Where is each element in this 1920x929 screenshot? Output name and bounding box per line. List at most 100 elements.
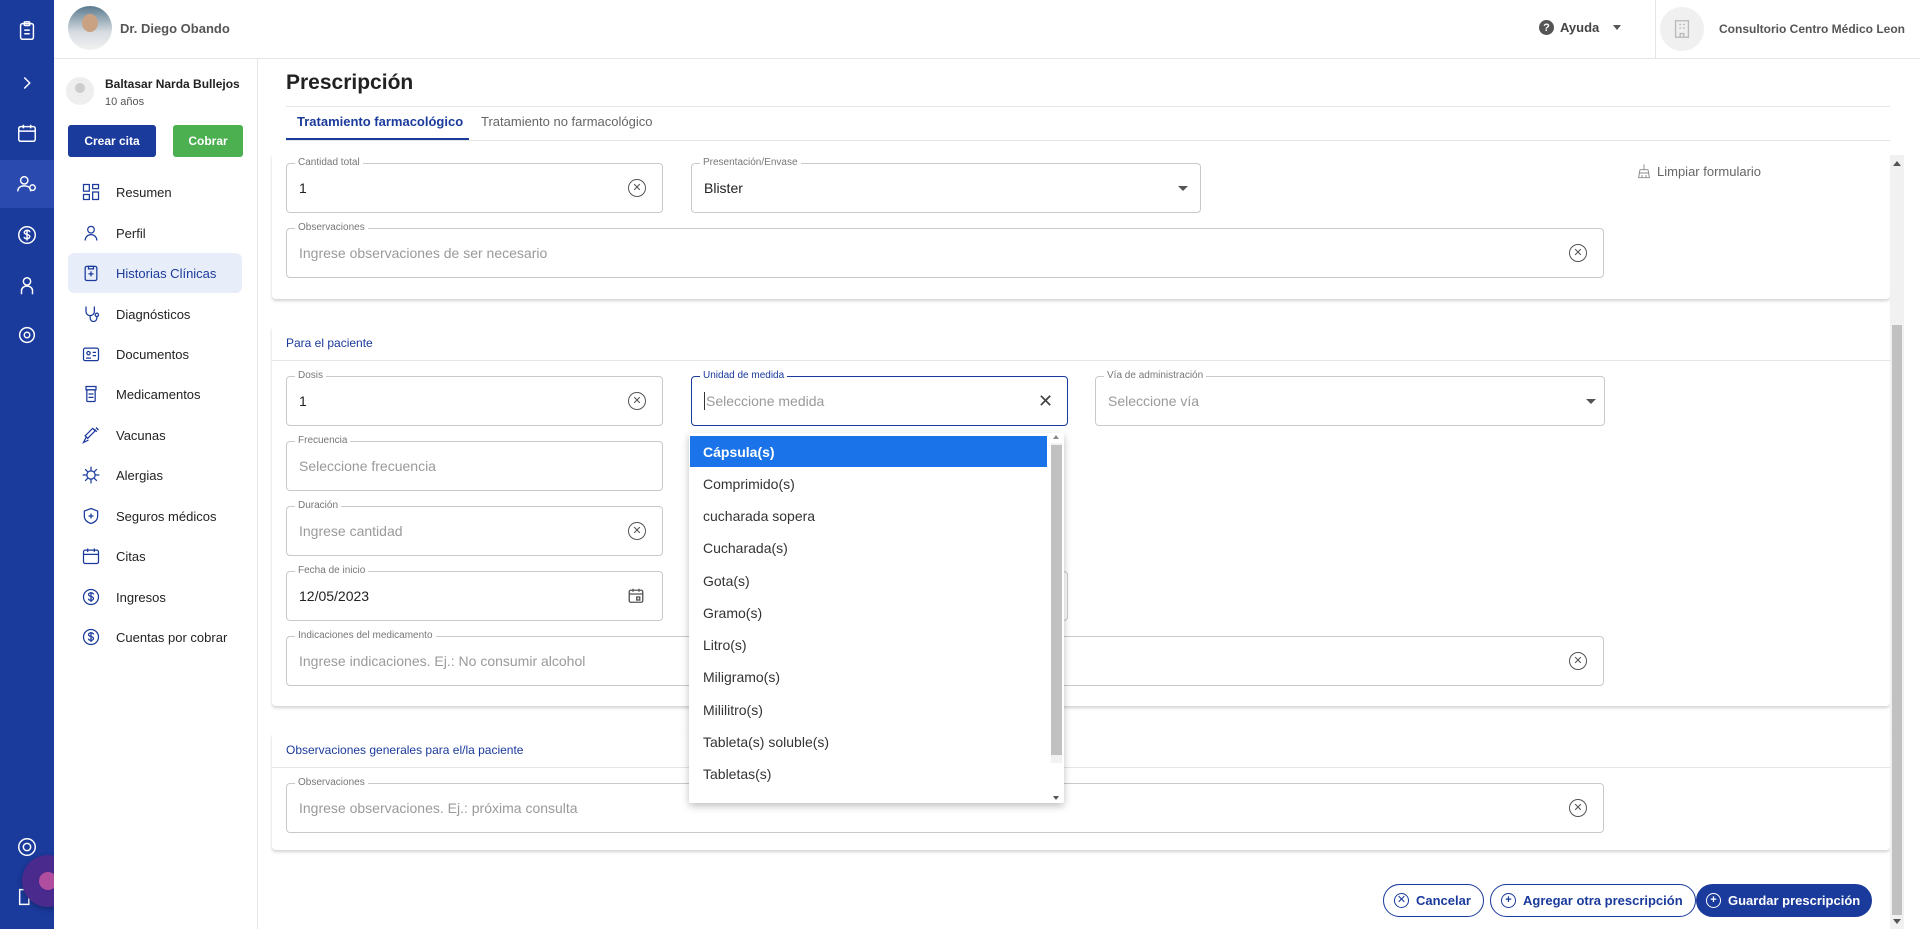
sidebar-item-seguros-medicos[interactable]: Seguros médicos: [68, 496, 242, 536]
sidebar-item-label: Perfil: [116, 225, 146, 241]
billing-dollar-icon[interactable]: [12, 220, 42, 250]
expand-chevron-icon[interactable]: [12, 68, 42, 98]
sidebar-item-alergias[interactable]: Alergias: [68, 455, 242, 495]
clear-icon[interactable]: ✕: [1569, 799, 1587, 817]
dropdown-caret-icon: [1178, 186, 1188, 191]
close-icon[interactable]: ✕: [1038, 391, 1053, 412]
field-placeholder: Ingrese observaciones. Ej.: próxima cons…: [299, 800, 578, 816]
add-circle-icon: +: [1501, 893, 1516, 908]
dropdown-option[interactable]: Gramo(s): [690, 597, 1047, 628]
limpiar-formulario-button[interactable]: Limpiar formulario: [1636, 163, 1761, 179]
scroll-down-icon[interactable]: [1053, 796, 1059, 800]
pill-bottle-icon: [80, 383, 102, 405]
cancelar-button[interactable]: ✕ Cancelar: [1383, 884, 1484, 917]
scroll-up-icon[interactable]: [1893, 161, 1901, 166]
clinic-name[interactable]: Consultorio Centro Médico Leon: [1719, 22, 1905, 36]
clear-icon[interactable]: ✕: [628, 392, 646, 410]
field-placeholder: Ingrese cantidad: [299, 523, 403, 539]
page-scrollbar-thumb[interactable]: [1892, 325, 1902, 915]
page-title: Prescripción: [286, 71, 414, 94]
dropdown-option[interactable]: Comprimido(s): [690, 468, 1047, 499]
scroll-up-icon[interactable]: [1053, 435, 1059, 439]
field-label: Unidad de medida: [700, 370, 788, 382]
cobrar-button[interactable]: Cobrar: [173, 125, 243, 157]
settings-gear-icon[interactable]: [12, 320, 42, 350]
section-divider: [272, 360, 1890, 361]
add-circle-icon: +: [1706, 893, 1721, 908]
top-bar: Dr. Diego Obando ? Ayuda Consultorio Cen…: [54, 0, 1920, 59]
button-label: Cancelar: [1416, 893, 1471, 908]
sidebar-item-citas[interactable]: Citas: [68, 536, 242, 576]
text-cursor: [704, 392, 705, 410]
sidebar-item-cuentas-por-cobrar[interactable]: Cuentas por cobrar: [68, 617, 242, 657]
field-label: Indicaciones del medicamento: [295, 630, 436, 642]
crear-cita-button[interactable]: Crear cita: [68, 125, 156, 157]
sidebar-item-label: Historias Clínicas: [116, 265, 217, 281]
dropdown-option[interactable]: Litro(s): [690, 629, 1047, 660]
field-value: 1: [299, 393, 307, 409]
presentacion-select[interactable]: Presentación/Envase Blister: [691, 157, 1201, 213]
dosis-field[interactable]: Dosis 1 ✕: [286, 370, 663, 426]
sidebar-item-perfil[interactable]: Perfil: [68, 213, 242, 253]
frecuencia-select[interactable]: Frecuencia Seleccione frecuencia: [286, 435, 663, 491]
fecha-inicio-field[interactable]: Fecha de inicio 12/05/2023: [286, 565, 663, 621]
clear-icon[interactable]: ✕: [628, 522, 646, 540]
doctor-name: Dr. Diego Obando: [120, 21, 230, 36]
dropdown-scrollbar-thumb[interactable]: [1051, 445, 1062, 755]
via-administracion-select[interactable]: Vía de administración Seleccione vía: [1095, 370, 1605, 426]
field-label: Presentación/Envase: [700, 157, 801, 169]
tab-tratamiento-no-farmacologico[interactable]: Tratamiento no farmacológico: [481, 114, 653, 129]
patients-icon[interactable]: [12, 169, 42, 199]
duracion-field[interactable]: Duración Ingrese cantidad ✕: [286, 500, 663, 556]
sidebar-item-medicamentos[interactable]: Medicamentos: [68, 374, 242, 414]
cantidad-total-field[interactable]: Cantidad total 1 ✕: [286, 157, 663, 213]
guardar-prescripcion-button[interactable]: + Guardar prescripción: [1696, 884, 1873, 917]
medical-staff-icon[interactable]: [12, 271, 42, 301]
agregar-prescripcion-button[interactable]: + Agregar otra prescripción: [1490, 884, 1696, 917]
tab-tratamiento-farmacologico[interactable]: Tratamiento farmacológico: [297, 114, 463, 129]
dropdown-option[interactable]: cucharada sopera: [690, 500, 1047, 531]
sidebar-item-label: Diagnósticos: [116, 306, 191, 322]
dropdown-option[interactable]: Mililitro(s): [690, 694, 1047, 725]
topbar-divider: [1655, 0, 1656, 59]
dollar-icon: [80, 626, 102, 648]
sidebar-item-documentos[interactable]: Documentos: [68, 334, 242, 374]
field-placeholder: Ingrese indicaciones. Ej.: No consumir a…: [299, 653, 586, 669]
dollar-icon: [80, 586, 102, 608]
clear-icon[interactable]: ✕: [1569, 652, 1587, 670]
dropdown-option[interactable]: Gota(s): [690, 565, 1047, 596]
help-menu[interactable]: ? Ayuda: [1539, 20, 1622, 35]
field-value: 12/05/2023: [299, 588, 370, 604]
dropdown-option[interactable]: Miligramo(s): [690, 661, 1047, 692]
sidebar-item-historias-clinicas[interactable]: Historias Clínicas: [68, 253, 242, 293]
field-label: Observaciones: [295, 222, 368, 234]
sidebar-item-label: Seguros médicos: [116, 508, 217, 524]
unidad-medida-input[interactable]: Unidad de medida Seleccione medida ✕: [691, 370, 1068, 426]
sidebar-item-label: Resumen: [116, 184, 172, 200]
dropdown-option[interactable]: Cucharada(s): [690, 532, 1047, 563]
clear-icon[interactable]: ✕: [628, 179, 646, 197]
syringe-icon: [80, 424, 102, 446]
doctor-avatar[interactable]: [68, 6, 112, 50]
field-label: Cantidad total: [295, 157, 363, 169]
observaciones-field[interactable]: Observaciones Ingrese observaciones de s…: [286, 222, 1604, 278]
calendar-icon[interactable]: [12, 118, 42, 148]
sidebar-item-resumen[interactable]: Resumen: [68, 172, 242, 212]
clipboard-app-icon[interactable]: [12, 16, 42, 46]
button-label: Guardar prescripción: [1728, 893, 1861, 908]
para-el-paciente-card: Para el paciente Dosis 1 ✕ Unidad de med…: [272, 327, 1890, 706]
clear-icon[interactable]: ✕: [1569, 244, 1587, 262]
sidebar-item-ingresos[interactable]: Ingresos: [68, 577, 242, 617]
dropdown-option[interactable]: Tableta(s) soluble(s): [690, 726, 1047, 757]
sidebar-item-diagnosticos[interactable]: Diagnósticos: [68, 294, 242, 334]
sidebar-item-vacunas[interactable]: Vacunas: [68, 415, 242, 455]
document-icon: [80, 343, 102, 365]
sidebar-item-label: Citas: [116, 548, 146, 564]
help-question-icon: ?: [1539, 20, 1554, 35]
clinic-building-icon[interactable]: [1660, 7, 1704, 51]
dropdown-option[interactable]: Cápsula(s): [690, 436, 1047, 467]
calendar-icon[interactable]: [627, 586, 645, 605]
scroll-down-icon[interactable]: [1893, 919, 1901, 924]
field-label: Vía de administración: [1104, 370, 1207, 382]
dropdown-option[interactable]: Tabletas(s): [690, 758, 1047, 789]
